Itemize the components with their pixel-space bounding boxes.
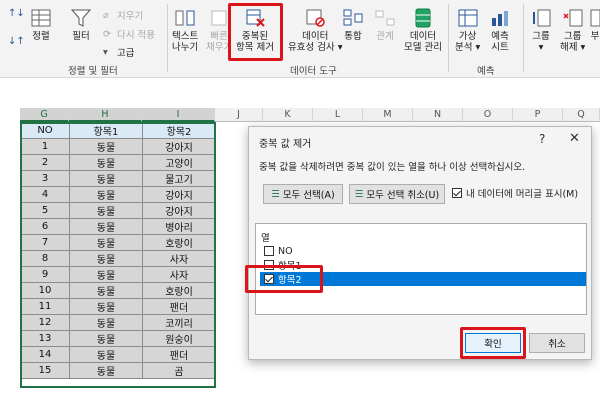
remove-duplicates-highlight	[228, 3, 283, 61]
ungroup-button[interactable]: 그룹 해제 ▾	[560, 8, 585, 53]
sort-label: 정렬	[32, 31, 50, 42]
column-header-i[interactable]: I	[142, 108, 215, 122]
forecast-sheet-button[interactable]: 예측 시트	[489, 8, 511, 53]
forecast-group-label: 예측	[477, 66, 495, 77]
cancel-button[interactable]: 취소	[529, 333, 585, 353]
forecast-sheet-icon	[489, 8, 511, 28]
subtotal-icon	[590, 8, 600, 28]
filter-button[interactable]: 필터	[70, 8, 92, 42]
sort-ascending-icon[interactable]: ↑↓	[8, 8, 25, 19]
what-if-button[interactable]: 가상 분석 ▾	[455, 8, 480, 53]
divider	[448, 4, 449, 72]
column-header-o[interactable]: O	[463, 108, 513, 122]
reapply-filter[interactable]: ⟳ 다시 적용	[103, 27, 155, 41]
data-tools-group-label: 데이터 도구	[290, 66, 337, 77]
data-model-icon	[412, 8, 434, 28]
select-all-icon: ☰	[271, 188, 280, 200]
ok-button-highlight	[460, 327, 526, 359]
checkbox[interactable]	[264, 246, 274, 256]
data-model-button[interactable]: 데이터 모델 관리	[404, 8, 442, 53]
sort-button[interactable]: 정렬	[30, 8, 52, 42]
help-button[interactable]: ?	[539, 132, 545, 146]
consolidate-button[interactable]: 통합	[342, 8, 364, 42]
ribbon: ↑↓ ↓↑ 정렬 필터 ⌀ 지우기 ⟳ 다시 적용 ▾ 고급 정렬 및 필터 텍스트 …	[0, 0, 600, 78]
sort-filter-group-label: 정렬 및 필터	[68, 66, 118, 77]
consolidate-icon	[342, 8, 364, 28]
sort-icon	[30, 8, 52, 28]
divider	[167, 4, 168, 72]
clear-filter[interactable]: ⌀ 지우기	[103, 8, 143, 22]
column-header-n[interactable]: N	[413, 108, 463, 122]
data-validation-icon	[304, 8, 326, 28]
close-icon[interactable]: ✕	[569, 131, 580, 146]
select-all-button[interactable]: ☰ 모두 선택(A)	[263, 184, 343, 204]
what-if-icon	[457, 8, 479, 28]
dialog-description: 중복 값을 삭제하려면 중복 값이 있는 열을 하나 이상 선택하십시오.	[259, 162, 526, 173]
column-item-no[interactable]: NO	[260, 244, 586, 258]
column-header-p[interactable]: P	[513, 108, 563, 122]
reapply-icon: ⟳	[103, 29, 111, 40]
group-icon	[530, 8, 552, 28]
column-header-l[interactable]: L	[313, 108, 363, 122]
has-headers-checkbox[interactable]	[452, 188, 462, 198]
subtotal-button[interactable]: 부	[590, 8, 600, 42]
column-header-h[interactable]: H	[69, 108, 142, 122]
relationships-button[interactable]: 관계	[374, 8, 396, 42]
group-button[interactable]: 그룹 ▾	[530, 8, 552, 53]
dialog-title: 중복 값 제거	[259, 139, 312, 150]
remove-duplicates-dialog: 중복 값 제거 ? ✕ 중복 값을 삭제하려면 중복 값이 있는 열을 하나 이…	[245, 126, 592, 360]
column-header-q[interactable]: Q	[563, 108, 600, 122]
column-header-k[interactable]: K	[263, 108, 313, 122]
relationships-icon	[374, 8, 396, 28]
flash-fill-icon	[208, 8, 230, 28]
sort-descending-icon[interactable]: ↓↑	[8, 36, 25, 47]
text-to-columns-button[interactable]: 텍스트 나누기	[172, 8, 198, 53]
clear-icon: ⌀	[103, 10, 109, 21]
filter-icon	[70, 8, 92, 28]
data-validation-button[interactable]: 데이터 유효성 검사 ▾	[288, 8, 343, 53]
column-header-m[interactable]: M	[363, 108, 413, 122]
filter-label: 필터	[72, 31, 90, 42]
ungroup-icon	[562, 8, 584, 28]
unselect-all-button[interactable]: ☰ 모두 선택 취소(U)	[349, 184, 445, 204]
advanced-filter[interactable]: ▾ 고급	[103, 45, 134, 59]
column-header-j[interactable]: J	[215, 108, 263, 122]
has-headers-option[interactable]: 내 데이터에 머리글 표시(M)	[452, 186, 578, 200]
selection-border	[20, 122, 216, 388]
column-item-highlight	[245, 265, 323, 293]
advanced-icon: ▾	[103, 47, 108, 58]
text-to-columns-icon	[174, 8, 196, 28]
listbox-header: 열	[261, 233, 270, 244]
unselect-all-icon: ☰	[354, 188, 364, 200]
column-header-g[interactable]: G	[20, 108, 69, 122]
divider	[523, 4, 524, 72]
